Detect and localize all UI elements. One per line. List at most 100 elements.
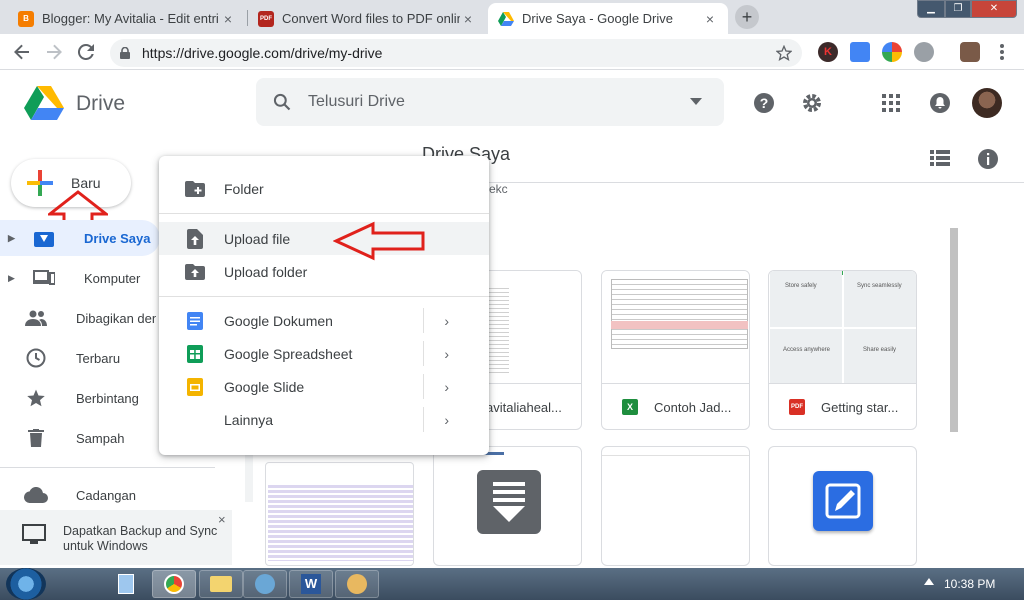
new-tab-button[interactable]: + xyxy=(735,5,759,29)
extension-bolt-icon[interactable] xyxy=(914,42,934,62)
thumb-text: Store safely xyxy=(785,283,817,289)
reload-icon xyxy=(77,43,94,60)
menu-item-google-slides[interactable]: Google Slide › xyxy=(159,370,489,403)
sidebar-item-computers[interactable]: ▶ Komputer xyxy=(0,260,160,296)
file-card[interactable] xyxy=(601,446,750,566)
search-placeholder: Telusuri Drive xyxy=(308,93,405,110)
file-card[interactable] xyxy=(433,446,582,566)
submenu-chevron-icon[interactable]: › xyxy=(444,313,449,329)
menu-item-label: Google Slide xyxy=(224,378,305,395)
submenu-divider xyxy=(423,341,424,366)
back-button[interactable] xyxy=(10,40,34,64)
start-button[interactable] xyxy=(6,568,46,600)
computer-icon xyxy=(32,266,56,290)
profile-avatar-icon[interactable] xyxy=(960,42,980,62)
menu-item-upload-file[interactable]: Upload file xyxy=(159,222,489,255)
restore-button[interactable]: ❐ xyxy=(945,0,971,18)
url-text: https://drive.google.com/drive/my-drive xyxy=(142,45,383,61)
blogger-icon: B xyxy=(18,10,34,27)
sidebar-item-starred[interactable]: Berbintang xyxy=(0,380,160,416)
main-scrollbar[interactable] xyxy=(950,228,958,432)
file-card[interactable] xyxy=(265,462,414,566)
browser-tab-drive[interactable]: Drive Saya - Google Drive × xyxy=(488,3,728,34)
close-tab-icon[interactable]: × xyxy=(702,11,718,27)
taskbar-word-icon[interactable]: W xyxy=(289,570,333,598)
submenu-divider xyxy=(423,374,424,399)
expand-caret-icon[interactable]: ▶ xyxy=(8,233,20,244)
tab-title: Drive Saya - Google Drive xyxy=(522,11,673,26)
submenu-divider xyxy=(423,407,424,432)
taskbar-clock[interactable]: 10:38 PM xyxy=(944,577,995,591)
shared-icon xyxy=(24,306,48,330)
sidebar-item-my-drive[interactable]: ▶ Drive Saya xyxy=(0,220,160,256)
sidebar-item-shared[interactable]: Dibagikan dengan saya xyxy=(0,300,160,336)
help-icon[interactable]: ? xyxy=(753,92,775,114)
sidebar-item-backups[interactable]: Cadangan xyxy=(0,477,160,513)
menu-item-google-docs[interactable]: Google Dokumen › xyxy=(159,304,489,337)
download-arrow-icon xyxy=(477,470,541,534)
upload-folder-icon xyxy=(185,262,205,282)
drive-logo-icon[interactable] xyxy=(24,86,64,125)
browser-tab-pdf[interactable]: PDF Convert Word files to PDF online × xyxy=(248,3,486,34)
menu-item-folder[interactable]: Folder xyxy=(159,172,489,205)
annotation-arrow-left-icon xyxy=(333,221,425,261)
search-options-icon[interactable] xyxy=(690,98,702,106)
notifications-bell-icon[interactable] xyxy=(929,92,951,114)
sidebar-item-recent[interactable]: Terbaru xyxy=(0,340,160,376)
list-view-icon[interactable] xyxy=(930,150,950,171)
file-card[interactable]: Store safely Sync seamlessly Access anyw… xyxy=(768,270,917,430)
browser-tab-blogger[interactable]: B Blogger: My Avitalia - Edit entri × xyxy=(8,3,246,34)
submenu-chevron-icon[interactable]: › xyxy=(444,346,449,362)
account-avatar[interactable] xyxy=(972,88,1002,118)
reload-button[interactable] xyxy=(74,40,98,64)
file-thumbnail xyxy=(268,485,413,561)
file-name: Contoh Jad... xyxy=(654,399,732,415)
chrome-menu-icon[interactable] xyxy=(1000,44,1004,60)
back-arrow-icon xyxy=(14,44,29,60)
address-bar[interactable]: https://drive.google.com/drive/my-drive xyxy=(110,39,802,67)
close-window-button[interactable]: ✕ xyxy=(971,0,1017,18)
pdf-file-icon: PDF xyxy=(789,399,805,415)
taskbar-notepad-icon[interactable] xyxy=(104,570,148,598)
new-folder-icon xyxy=(185,179,205,199)
info-icon[interactable] xyxy=(977,148,999,175)
forward-button[interactable] xyxy=(42,40,66,64)
sheet-file-icon: X xyxy=(622,399,638,415)
search-box[interactable]: Telusuri Drive xyxy=(256,78,724,126)
extension-k-icon[interactable]: K xyxy=(818,42,838,62)
clock-icon xyxy=(24,346,48,370)
forward-arrow-icon xyxy=(47,44,62,60)
taskbar-app-icon[interactable] xyxy=(243,570,287,598)
taskbar-paint-icon[interactable] xyxy=(335,570,379,598)
show-hidden-icons-icon[interactable] xyxy=(924,578,934,585)
file-thumbnail: Store safely Sync seamlessly Access anyw… xyxy=(769,271,916,384)
menu-item-upload-folder[interactable]: Upload folder xyxy=(159,255,489,288)
sheets-icon xyxy=(185,344,205,364)
file-card[interactable]: X Contoh Jad... xyxy=(601,270,750,430)
thumb-text: Sync seamlessly xyxy=(857,283,902,289)
extension-colorful-icon[interactable] xyxy=(882,42,902,62)
search-icon[interactable] xyxy=(272,92,292,112)
close-tab-icon[interactable]: × xyxy=(220,11,236,27)
drive-header: Drive Telusuri Drive ? xyxy=(0,70,1024,136)
browser-tab-strip: B Blogger: My Avitalia - Edit entri × PD… xyxy=(0,0,1024,34)
file-thumbnail xyxy=(602,455,749,456)
bookmark-star-icon[interactable] xyxy=(776,45,792,61)
apps-grid-icon[interactable] xyxy=(882,94,904,116)
taskbar-chrome-icon[interactable] xyxy=(152,570,196,598)
expand-caret-icon[interactable]: ▶ xyxy=(8,273,20,284)
backup-sync-banner[interactable]: Dapatkan Backup and Sync untuk Windows × xyxy=(0,510,232,565)
file-card[interactable] xyxy=(768,446,917,566)
submenu-chevron-icon[interactable]: › xyxy=(444,412,449,428)
settings-gear-icon[interactable] xyxy=(801,92,823,114)
taskbar-explorer-icon[interactable] xyxy=(199,570,243,598)
menu-item-google-sheets[interactable]: Google Spreadsheet › xyxy=(159,337,489,370)
close-banner-icon[interactable]: × xyxy=(218,512,226,527)
submenu-chevron-icon[interactable]: › xyxy=(444,379,449,395)
minimize-button[interactable]: ▁ xyxy=(917,0,945,18)
extension-check-icon[interactable] xyxy=(850,42,870,62)
close-tab-icon[interactable]: × xyxy=(460,11,476,27)
menu-item-more[interactable]: Lainnya › xyxy=(159,403,489,436)
sidebar-item-trash[interactable]: Sampah xyxy=(0,420,160,456)
sidebar-item-label: Sampah xyxy=(76,430,125,446)
